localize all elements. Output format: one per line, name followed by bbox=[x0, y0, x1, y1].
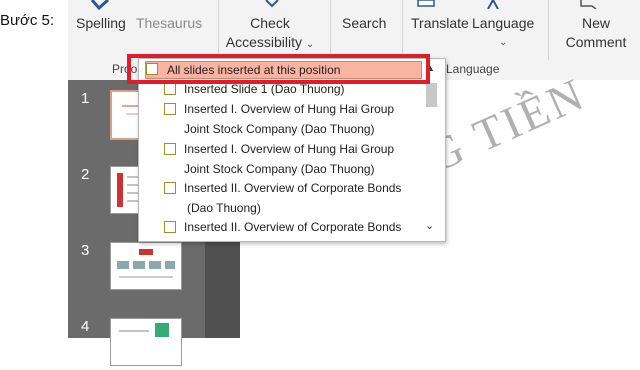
translate-icon bbox=[417, 0, 435, 7]
thesaurus-button[interactable]: Thesaurus bbox=[136, 14, 202, 33]
language-button[interactable]: Language ⌄ bbox=[472, 14, 534, 52]
new-label: New bbox=[581, 15, 610, 31]
list-item-label: Joint Stock Company (Dao Thuong) bbox=[184, 162, 375, 176]
slide-thumbnail[interactable] bbox=[110, 318, 182, 366]
language-label: Language bbox=[472, 15, 535, 31]
scroll-down-icon[interactable]: ⌄ bbox=[425, 219, 434, 232]
check-accessibility-button[interactable]: Check Accessibility ⌄ bbox=[220, 14, 320, 54]
ribbon-separator bbox=[548, 0, 549, 60]
ribbon-separator bbox=[402, 0, 403, 60]
scrollbar-thumb[interactable] bbox=[426, 83, 437, 107]
spelling-icon bbox=[90, 0, 109, 10]
search-button[interactable]: Search bbox=[342, 14, 386, 33]
callout-highlight-box bbox=[127, 54, 430, 84]
checkbox[interactable] bbox=[164, 143, 176, 155]
checkbox[interactable] bbox=[164, 103, 176, 115]
accessibility-icon bbox=[265, 0, 279, 8]
revisions-dropdown: All slides inserted at this position ▲ I… bbox=[138, 58, 446, 242]
language-icon bbox=[487, 0, 499, 9]
chevron-down-icon: ⌄ bbox=[498, 37, 508, 48]
language-group-label: Language bbox=[446, 62, 500, 76]
list-item-label: Joint Stock Company (Dao Thuong) bbox=[184, 122, 375, 136]
translate-button[interactable]: Translate bbox=[411, 14, 469, 33]
list-item-label: (Dao Thuong) bbox=[187, 201, 261, 215]
check-label: Check bbox=[250, 15, 290, 31]
list-item-label: Inserted II. Overview of Corporate Bonds bbox=[184, 181, 402, 195]
slide-preview bbox=[117, 249, 175, 278]
spelling-button[interactable]: Spelling bbox=[76, 14, 126, 33]
checkbox[interactable] bbox=[164, 83, 176, 95]
ribbon-separator bbox=[218, 0, 219, 60]
checkbox[interactable] bbox=[164, 221, 176, 233]
slide-number: 1 bbox=[81, 90, 90, 107]
slide-number: 4 bbox=[81, 318, 90, 335]
step-label: Bước 5: bbox=[0, 12, 55, 29]
list-item-label: Inserted Slide 1 (Dao Thuong) bbox=[184, 82, 345, 96]
list-item-label: Inserted I. Overview of Hung Hai Group bbox=[184, 102, 395, 116]
new-comment-icon bbox=[580, 0, 597, 9]
chevron-down-icon: ⌄ bbox=[305, 39, 315, 50]
list-item-label: Inserted I. Overview of Hung Hai Group bbox=[184, 142, 395, 156]
ribbon-separator bbox=[330, 0, 331, 60]
new-comment-button[interactable]: New Comment bbox=[558, 14, 634, 52]
accessibility-label: Accessibility bbox=[225, 34, 302, 50]
checkbox[interactable] bbox=[164, 182, 176, 194]
comment-label: Comment bbox=[565, 34, 627, 50]
list-item-label: Inserted II. Overview of Corporate Bonds bbox=[184, 220, 402, 234]
slide-number: 3 bbox=[81, 242, 90, 259]
slide-thumbnail[interactable] bbox=[110, 242, 182, 290]
dropdown-scrollbar[interactable] bbox=[423, 79, 439, 237]
slide-preview bbox=[119, 323, 169, 337]
slide-number: 2 bbox=[81, 166, 90, 183]
